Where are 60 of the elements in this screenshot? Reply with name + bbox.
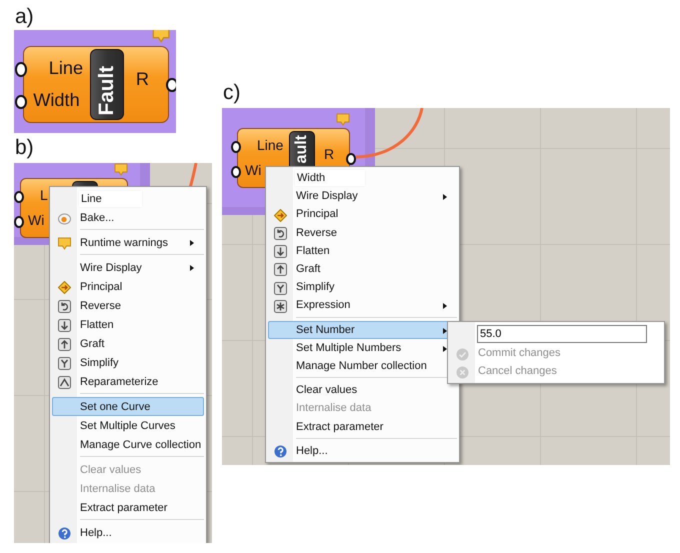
panel-label: b)	[15, 135, 35, 161]
menu-header: Line	[79, 190, 142, 206]
menu-item[interactable]: Principal	[268, 205, 457, 224]
number-input-field[interactable]: 55.0	[477, 325, 647, 343]
input-label: Width	[32, 89, 81, 112]
y-shape-icon	[58, 356, 71, 370]
menu-item[interactable]: Clear values	[268, 381, 457, 400]
output-port[interactable]	[166, 78, 176, 92]
input-port[interactable]	[15, 62, 28, 77]
menu-item[interactable]: Principal	[52, 277, 204, 296]
curved-arrow-icon	[274, 227, 287, 240]
menu-item[interactable]: Help...	[52, 523, 204, 542]
input-label: L	[39, 186, 48, 205]
menu-item[interactable]: Extract parameter	[268, 417, 457, 436]
check-icon	[456, 348, 469, 360]
component-name-tag: Fault	[90, 49, 124, 120]
panel-label: c)	[223, 80, 242, 106]
menu-item[interactable]: Runtime warnings	[52, 233, 204, 252]
menu-item[interactable]: Expression	[268, 296, 457, 314]
egg-icon	[58, 212, 71, 224]
menu-item[interactable]: Graft	[52, 334, 204, 353]
menu-item[interactable]: Graft	[268, 260, 457, 278]
diamond-arrow-icon	[58, 280, 71, 294]
menu-item[interactable]: Help...	[268, 442, 457, 460]
menu-item[interactable]: Wire Display	[52, 258, 204, 277]
menu-item[interactable]: Flatten	[52, 315, 204, 334]
help-icon	[274, 445, 287, 458]
output-label: R	[324, 146, 334, 162]
curved-arrow-icon	[58, 300, 71, 312]
output-label: R	[136, 68, 150, 90]
input-label: Wi	[244, 161, 262, 180]
menu-item[interactable]: Wire Display	[268, 187, 457, 206]
help-icon	[58, 526, 71, 540]
up-arrow-icon	[274, 263, 287, 276]
down-arrow-icon	[58, 318, 71, 332]
menu-item[interactable]: Manage Curve collection	[52, 435, 204, 454]
input-port[interactable]	[15, 94, 28, 110]
peak-icon	[58, 376, 71, 388]
menu-item[interactable]: Set Multiple Curves	[52, 416, 204, 435]
input-label: Line	[48, 56, 84, 80]
menu-item[interactable]: Reverse	[268, 224, 457, 242]
menu-item[interactable]: Flatten	[268, 242, 457, 260]
up-arrow-icon	[58, 338, 71, 350]
menu-header: Width	[295, 170, 366, 186]
panel-label: a)	[15, 4, 35, 30]
y-shape-icon	[274, 282, 287, 295]
down-arrow-icon	[274, 245, 287, 258]
asterisk-icon	[274, 300, 287, 313]
menu-item[interactable]: Reparameterize	[52, 372, 204, 391]
menu-item[interactable]: Extract parameter	[52, 498, 204, 517]
menu-item[interactable]: Simplify	[52, 353, 204, 372]
menu-item[interactable]: Bake...	[52, 208, 204, 227]
speech-balloon-icon	[58, 236, 71, 250]
diamond-arrow-icon	[274, 208, 287, 222]
input-label: Line	[256, 136, 284, 155]
input-label: Wi	[27, 211, 46, 230]
cancel-icon	[456, 366, 469, 378]
menu-item[interactable]: Set one Curve	[52, 397, 204, 416]
menu-item[interactable]: Simplify	[268, 278, 457, 296]
menu-item[interactable]: Reverse	[52, 296, 204, 315]
